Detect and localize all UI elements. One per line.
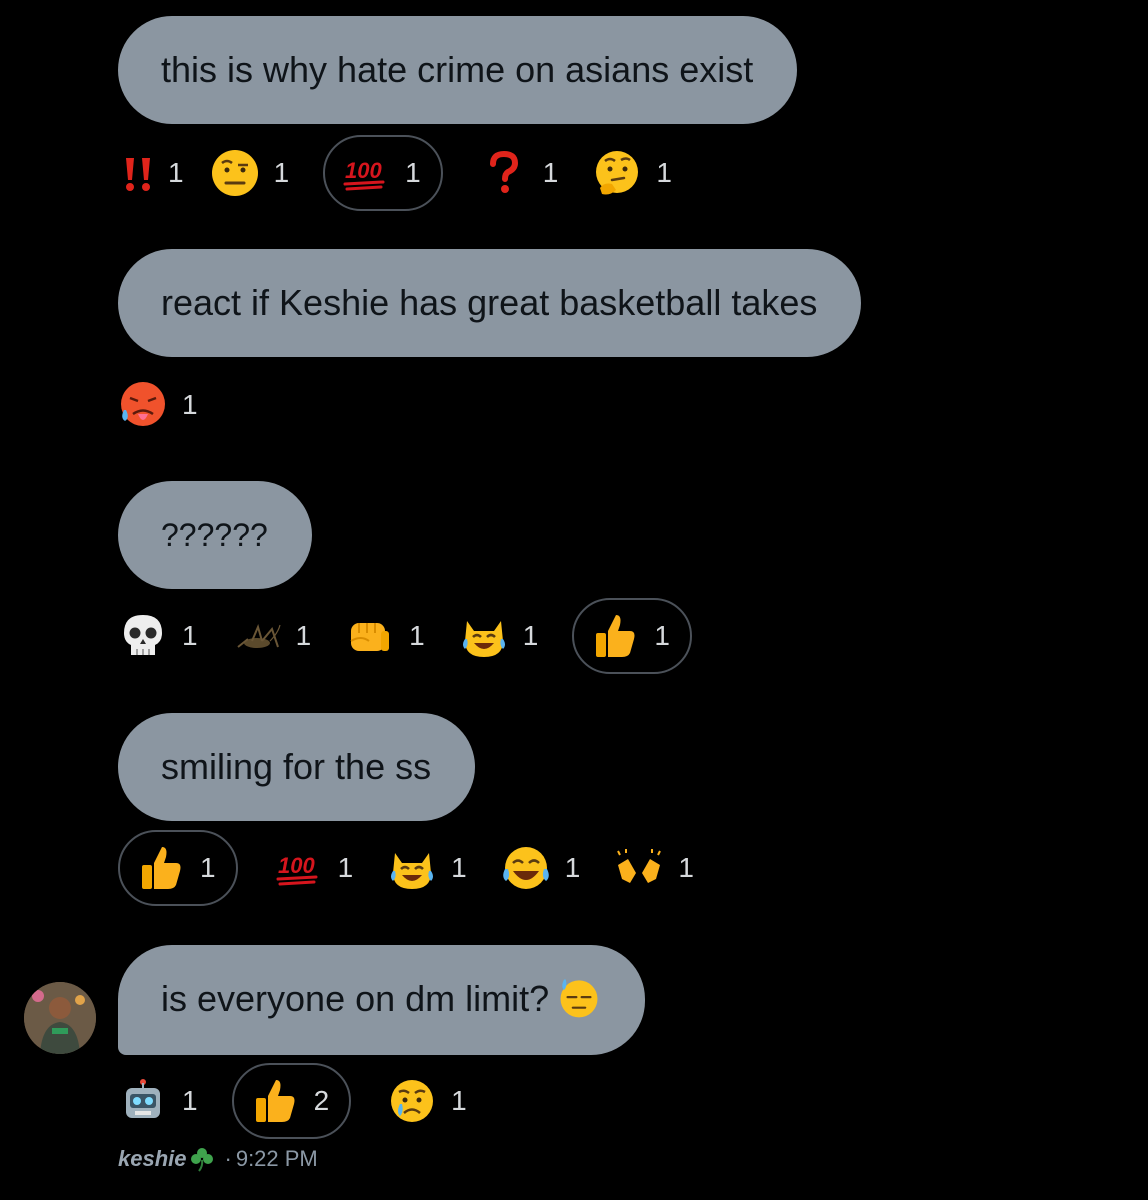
- svg-text:100: 100: [345, 158, 382, 183]
- reaction-hundred-points[interactable]: 100 1: [323, 135, 443, 211]
- hundred-points-icon: 100: [276, 853, 318, 886]
- message-text: smiling for the ss: [161, 746, 432, 787]
- reaction-cat-joy[interactable]: 1: [387, 830, 467, 906]
- cricket-icon: [236, 624, 281, 648]
- reaction-count: 1: [182, 389, 198, 420]
- reaction-crying[interactable]: 1: [387, 1063, 467, 1139]
- reaction-count: 1: [182, 620, 198, 651]
- reaction-thumbs-up[interactable]: 1: [572, 598, 692, 674]
- message-bubble[interactable]: this is why hate crime on asians exist: [118, 16, 798, 124]
- message-text: ??????: [161, 517, 268, 553]
- message-text: react if Keshie has great basketball tak…: [161, 282, 818, 323]
- reaction-count: 1: [451, 1085, 467, 1116]
- reaction-cricket[interactable]: 1: [232, 598, 312, 674]
- skull-icon: [124, 615, 162, 655]
- reaction-bar-1: 1 1 100 1 1 1: [118, 133, 706, 213]
- reaction-robot[interactable]: 1: [118, 1063, 198, 1139]
- reaction-count: 1: [200, 852, 216, 883]
- reaction-raised-eyebrow[interactable]: 1: [210, 135, 290, 211]
- reaction-cat-joy[interactable]: 1: [459, 598, 539, 674]
- reaction-skull[interactable]: 1: [118, 598, 198, 674]
- message-bubble[interactable]: smiling for the ss: [118, 713, 476, 821]
- reaction-raising-hands[interactable]: 1: [614, 830, 694, 906]
- hot-face-icon: [121, 382, 165, 426]
- thumbs-up-icon: [596, 615, 635, 657]
- reaction-hundred-points[interactable]: 100 1: [274, 830, 354, 906]
- hundred-points-icon: 100: [343, 158, 385, 191]
- reaction-count: 1: [405, 157, 421, 188]
- message-bubble[interactable]: ??????: [118, 481, 312, 589]
- shamrock-icon: [190, 1148, 213, 1172]
- reaction-count: 1: [409, 620, 425, 651]
- raised-eyebrow-face-icon: [211, 150, 258, 196]
- thumbs-up-icon: [142, 847, 181, 889]
- reaction-thumbs-up[interactable]: 1: [118, 830, 238, 906]
- reaction-count: 1: [522, 620, 539, 651]
- reaction-question-mark[interactable]: 1: [479, 135, 559, 211]
- reaction-bar-2: 1: [118, 365, 232, 445]
- reaction-thumbs-up[interactable]: 2: [231, 1063, 352, 1139]
- reaction-tears-of-joy[interactable]: 1: [501, 830, 581, 906]
- cat-tears-of-joy-icon: [462, 621, 505, 657]
- avatar-photo: [24, 982, 96, 1054]
- message-3[interactable]: ??????: [118, 481, 312, 589]
- message-2[interactable]: react if Keshie has great basketball tak…: [118, 249, 862, 357]
- thinking-face-icon: [596, 151, 639, 195]
- message-5[interactable]: is everyone on dm limit?: [118, 945, 646, 1056]
- robot-icon: [126, 1079, 160, 1118]
- raising-hands-icon: [617, 849, 662, 883]
- message-1[interactable]: this is why hate crime on asians exist: [118, 16, 798, 124]
- reaction-count: 1: [295, 620, 312, 651]
- reaction-count: 1: [656, 157, 672, 188]
- reaction-count: 1: [542, 157, 559, 188]
- message-4[interactable]: smiling for the ss: [118, 713, 476, 821]
- separator-dot: ·: [224, 1146, 232, 1171]
- reaction-thinking[interactable]: 1: [592, 135, 672, 211]
- reaction-hot-face[interactable]: 1: [118, 367, 198, 443]
- reaction-count: 1: [564, 852, 581, 883]
- reaction-count: 1: [654, 620, 670, 651]
- reaction-fist[interactable]: 1: [345, 598, 425, 674]
- message-bubble[interactable]: react if Keshie has great basketball tak…: [118, 249, 862, 357]
- fist-icon: [350, 623, 390, 651]
- reaction-count: 1: [168, 157, 184, 188]
- tears-of-joy-icon: [502, 847, 549, 889]
- thumbs-up-icon: [255, 1080, 295, 1122]
- reaction-bar-5: 1 2 1: [118, 1061, 501, 1141]
- avatar[interactable]: [24, 982, 96, 1054]
- crying-face-icon: [391, 1080, 434, 1122]
- message-text: this is why hate crime on asians exist: [161, 49, 754, 90]
- reaction-count: 1: [182, 1085, 198, 1116]
- reaction-count: 1: [337, 852, 354, 883]
- reaction-count: 2: [313, 1085, 330, 1116]
- svg-text:100: 100: [278, 853, 315, 878]
- message-bubble[interactable]: is everyone on dm limit?: [118, 945, 646, 1056]
- reaction-count: 1: [273, 157, 290, 188]
- message-footer: keshie · 9:22 PM: [118, 1146, 318, 1172]
- double-exclamation-icon: [126, 158, 150, 191]
- reaction-count: 1: [451, 852, 467, 883]
- downcast-sweat-face-icon: [560, 980, 598, 1018]
- reaction-count: 1: [678, 852, 694, 883]
- question-mark-icon: [489, 150, 518, 193]
- message-text: is everyone on dm limit?: [161, 978, 550, 1019]
- reaction-double-exclamation[interactable]: 1: [118, 135, 184, 211]
- sender-name[interactable]: keshie: [118, 1146, 187, 1172]
- message-time: 9:22 PM: [235, 1146, 318, 1171]
- cat-tears-of-joy-icon: [391, 853, 434, 889]
- reaction-bar-4: 1 100 1 1 1 1: [118, 828, 728, 908]
- reaction-bar-3: 1 1 1 1 1: [118, 596, 728, 676]
